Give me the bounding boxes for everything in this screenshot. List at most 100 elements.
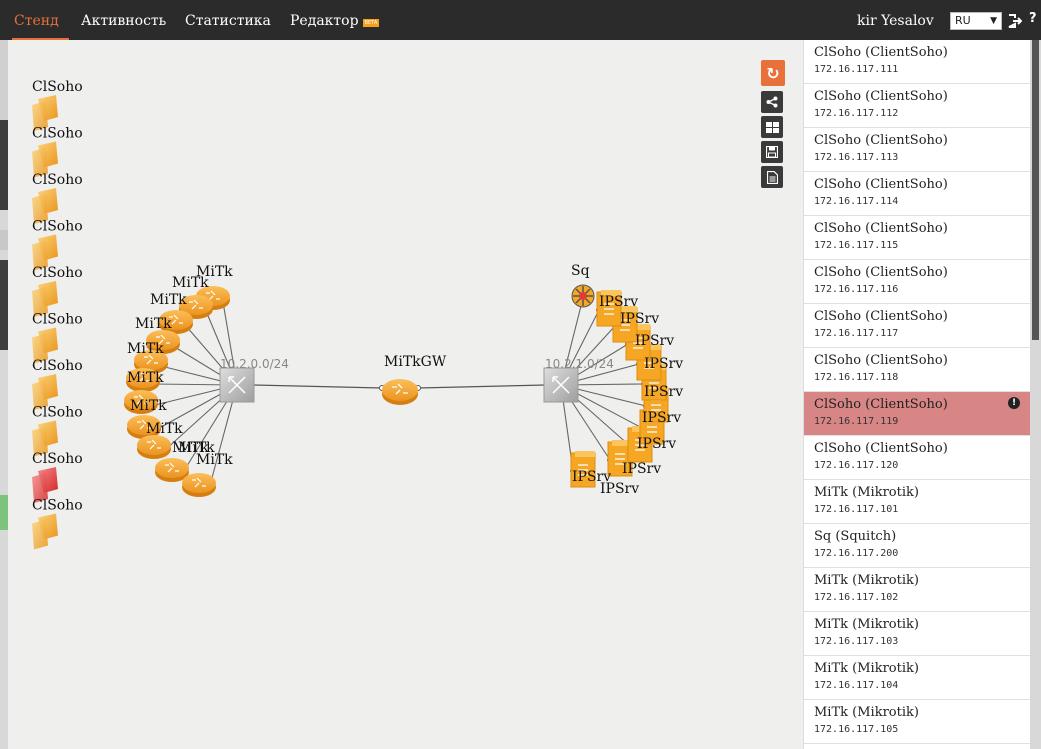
host-list-item[interactable]: ClSoho (ClientSoho) 172.16.117.111 [804, 40, 1030, 84]
beta-badge: BETA [362, 19, 380, 27]
alert-icon: ! [1008, 397, 1020, 409]
host-ip: 172.16.117.101 [814, 504, 899, 515]
share-button[interactable] [761, 91, 783, 113]
node-label: MiTk [178, 440, 215, 456]
layout-button[interactable] [761, 116, 783, 138]
scrollbar-thumb[interactable] [1032, 40, 1039, 340]
tab-activity[interactable]: Активность [81, 13, 166, 29]
node-label: IPSrv [637, 436, 676, 452]
host-ip: 172.16.117.103 [814, 636, 899, 647]
host-name: ClSoho (ClientSoho) [814, 221, 948, 236]
host-name: ClSoho (ClientSoho) [814, 265, 948, 280]
host-ip: 172.16.117.115 [814, 240, 899, 251]
host-name: ClSoho (ClientSoho) [814, 177, 948, 192]
node-label: ClSoho [32, 358, 83, 374]
node-label: ClSoho [32, 219, 83, 235]
right-switch-icon[interactable] [543, 367, 579, 403]
language-value: RU [955, 14, 971, 27]
gateway-router-icon[interactable] [382, 379, 418, 405]
host-ip: 172.16.117.105 [814, 724, 899, 735]
node-label: IPSrv [572, 469, 611, 485]
logout-icon[interactable] [1008, 14, 1022, 28]
host-ip: 172.16.117.113 [814, 152, 899, 163]
host-name: ClSoho (ClientSoho) [814, 353, 948, 368]
host-ip: 172.16.117.111 [814, 64, 899, 75]
host-ip: 172.16.117.116 [814, 284, 899, 295]
host-list-item[interactable]: ClSoho (ClientSoho) 172.16.117.115 [804, 216, 1030, 260]
host-list-item[interactable]: ClSoho (ClientSoho) 172.16.117.112 [804, 84, 1030, 128]
tab-statistics[interactable]: Статистика [185, 13, 271, 29]
node-label: IPSrv [635, 333, 674, 349]
host-list-item[interactable]: ClSoho (ClientSoho) 172.16.117.119! [804, 392, 1030, 436]
host-name: ClSoho (ClientSoho) [814, 133, 948, 148]
host-list-item[interactable]: MiTk (Mikrotik) 172.16.117.104 [804, 656, 1030, 700]
node-label: ClSoho [32, 79, 83, 95]
host-name: ClSoho (ClientSoho) [814, 397, 948, 412]
host-ip: 172.16.117.102 [814, 592, 899, 603]
host-name: MiTk (Mikrotik) [814, 705, 919, 720]
node-label: MiTk [150, 292, 187, 308]
language-select[interactable]: RU ▼ [950, 12, 1002, 30]
tab-editor-label: Редактор [290, 13, 359, 29]
client-folder-icon[interactable] [32, 513, 58, 550]
report-button[interactable] [761, 166, 783, 188]
host-list-item[interactable]: ClSoho (ClientSoho) 172.16.117.117 [804, 304, 1030, 348]
host-list-item[interactable]: MiTk (Mikrotik) 172.16.117.101 [804, 480, 1030, 524]
tab-editor[interactable]: Редактор BETA [290, 13, 380, 29]
tab-stand[interactable]: Стенд [14, 13, 59, 29]
host-list-item[interactable]: ClSoho (ClientSoho) 172.16.117.118 [804, 348, 1030, 392]
canvas-toolbar: ↻ [761, 60, 785, 191]
host-list-item[interactable]: MiTk (Mikrotik) 172.16.117.103 [804, 612, 1030, 656]
node-label: IPSrv [599, 294, 638, 310]
host-list-item[interactable]: ClSoho (ClientSoho) 172.16.117.114 [804, 172, 1030, 216]
node-label: MiTk [146, 421, 183, 437]
host-list-item[interactable]: Sq (Squitch) 172.16.117.200 [804, 524, 1030, 568]
node-label: IPSrv [642, 410, 681, 426]
router-icon[interactable] [137, 435, 171, 459]
host-ip: 172.16.117.119 [814, 416, 899, 427]
host-name: ClSoho (ClientSoho) [814, 89, 948, 104]
node-label: MiTk [127, 370, 164, 386]
node-label: MiTkGW [384, 354, 447, 370]
host-name: Sq (Squitch) [814, 529, 897, 544]
host-list-item[interactable]: MiTk (Mikrotik) 172.16.117.105 [804, 700, 1030, 744]
router-icon[interactable] [182, 473, 216, 497]
host-list-item[interactable]: ClSoho (ClientSoho) 172.16.117.113 [804, 128, 1030, 172]
host-ip: 172.16.117.117 [814, 328, 899, 339]
squid-icon[interactable] [571, 284, 595, 308]
right-subnet-nodes: IPSrvIPSrvIPSrvIPSrvIPSrvIPSrvIPSrvIPSrv… [543, 263, 683, 497]
host-ip: 172.16.117.200 [814, 548, 899, 559]
host-list-item[interactable]: MiTk (Mikrotik) 172.16.117.102 [804, 568, 1030, 612]
user-name[interactable]: kir Yesalov [857, 13, 934, 29]
host-name: ClSoho (ClientSoho) [814, 45, 948, 60]
left-switch-icon[interactable] [219, 367, 255, 403]
save-button[interactable] [761, 141, 783, 163]
document-icon [766, 170, 778, 184]
node-label: ClSoho [32, 172, 83, 188]
host-list-panel: ClSoho (ClientSoho) 172.16.117.111 ClSoho … [803, 40, 1030, 749]
node-label: IPSrv [644, 384, 683, 400]
grid-icon [765, 121, 779, 133]
node-label: ClSoho [32, 265, 83, 281]
refresh-button[interactable]: ↻ [761, 60, 785, 86]
trunk-link [417, 384, 546, 389]
host-list-item[interactable]: ClSoho (ClientSoho) 172.16.117.120 [804, 436, 1030, 480]
host-name: MiTk (Mikrotik) [814, 661, 919, 676]
host-ip: 172.16.117.112 [814, 108, 899, 119]
help-icon[interactable]: ? [1029, 11, 1037, 26]
host-name: MiTk (Mikrotik) [814, 617, 919, 632]
node-label: 10.2.1.0/24 [545, 357, 614, 371]
host-name: MiTk (Mikrotik) [814, 485, 919, 500]
node-label: ClSoho [32, 451, 83, 467]
gateway-nodes: MiTkGW [382, 354, 447, 405]
share-icon [766, 96, 778, 108]
topology-diagram: ClSoho ClSoho ClSoho ClSoho ClSoho ClSoho ClSo… [32, 79, 683, 550]
host-ip: 172.16.117.120 [814, 460, 899, 471]
trunk-link [252, 384, 383, 389]
node-label: Sq [571, 263, 590, 279]
router-icon[interactable] [155, 458, 189, 482]
host-name: ClSoho (ClientSoho) [814, 441, 948, 456]
node-label: MiTk [172, 275, 209, 291]
host-list-item[interactable]: ClSoho (ClientSoho) 172.16.117.116 [804, 260, 1030, 304]
node-label: IPSrv [622, 461, 661, 477]
